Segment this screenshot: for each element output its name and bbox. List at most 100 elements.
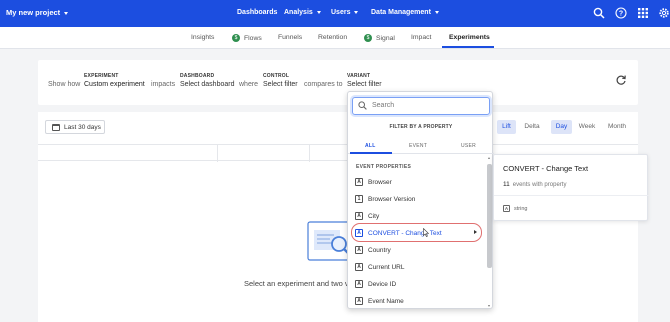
show-how-text: Show how [48, 81, 81, 88]
text-type-icon: A [355, 297, 363, 305]
list-item-label: Current URL [368, 264, 405, 271]
tab-all[interactable]: ALL [365, 143, 376, 149]
nav-analysis[interactable]: Analysis [284, 9, 321, 16]
nav-analysis-label: Analysis [284, 9, 313, 16]
scrollbar[interactable] [487, 156, 492, 308]
help-icon[interactable]: ? [615, 7, 627, 19]
nav-dashboards[interactable]: Dashboards [237, 9, 277, 16]
scroll-up-icon[interactable] [488, 157, 490, 159]
control-label: CONTROL [263, 73, 290, 79]
tab-event[interactable]: EVENT [409, 143, 427, 149]
list-item[interactable]: 1 Browser Version [355, 193, 485, 207]
property-type-label: string [514, 205, 528, 212]
text-type-icon: A [355, 263, 363, 271]
column-divider [309, 145, 310, 162]
top-navbar: My new project Dashboards Analysis Users… [0, 0, 670, 27]
list-item-label: Browser [368, 179, 392, 186]
scroll-down-icon[interactable] [488, 305, 490, 307]
search-icon[interactable] [593, 7, 605, 19]
chevron-down-icon [434, 10, 439, 14]
text-type-icon: A [355, 178, 363, 186]
list-item[interactable]: A Country [355, 244, 485, 258]
list-item-selected[interactable]: A CONVERT - Change Text [355, 227, 485, 241]
text-type-icon: A [355, 280, 363, 288]
property-detail-panel: CONVERT - Change Text 11 events with prop… [493, 154, 649, 221]
column-divider [217, 145, 218, 162]
event-count-value: 11 [503, 181, 510, 188]
event-count-label: events with property [512, 182, 567, 188]
property-event-count: 11 events with property [503, 181, 566, 188]
list-item[interactable]: A Event Name [355, 295, 485, 309]
nav-users[interactable]: Users [331, 9, 359, 16]
tab-impact[interactable]: Impact [411, 34, 431, 41]
scrollbar-thumb[interactable] [487, 164, 492, 268]
list-item[interactable]: A Browser [355, 176, 485, 190]
list-item-label: Event Name [368, 298, 404, 305]
tab-insights[interactable]: Insights [191, 34, 214, 41]
nav-data-management[interactable]: Data Management [371, 9, 439, 16]
project-selector[interactable]: My new project [6, 8, 69, 17]
divider [494, 195, 649, 196]
date-range-button[interactable]: Last 30 days [45, 120, 105, 134]
calendar-icon [52, 124, 60, 131]
search-input[interactable]: Search [352, 97, 490, 115]
experiment-selector[interactable]: Custom experiment [84, 81, 145, 88]
tab-signal[interactable]: $ Signal [364, 34, 395, 42]
toggle-delta[interactable]: Delta [520, 120, 544, 134]
query-builder: EXPERIMENT Show how Custom experiment im… [38, 60, 638, 105]
nav-data-management-label: Data Management [371, 9, 431, 16]
tab-user[interactable]: USER [461, 143, 476, 149]
chevron-down-icon [64, 11, 69, 15]
dashboard-label: DASHBOARD [180, 73, 215, 79]
active-tab-indicator [350, 152, 392, 154]
apps-grid-icon[interactable] [637, 7, 649, 19]
search-placeholder: Search [372, 102, 395, 109]
toggle-day[interactable]: Day [551, 120, 572, 134]
list-item-label: Device ID [368, 281, 397, 288]
search-icon [358, 101, 367, 110]
list-item[interactable]: A Current URL [355, 261, 485, 275]
list-item[interactable]: A City [355, 210, 485, 224]
property-type: Astring [503, 205, 527, 212]
variant-selector[interactable]: Select filter [347, 81, 382, 88]
tab-funnels[interactable]: Funnels [278, 34, 302, 41]
settings-icon[interactable] [658, 7, 670, 19]
control-selector[interactable]: Select filter [263, 81, 298, 88]
list-item-label: Country [368, 247, 391, 254]
paid-badge-icon: $ [364, 34, 372, 42]
text-type-icon: A [355, 229, 363, 237]
property-filter-dropdown: Search FILTER BY A PROPERTY ALL EVENT US… [347, 91, 494, 309]
text-type-icon: A [503, 205, 510, 212]
list-item-label: Browser Version [368, 196, 416, 203]
nav-users-label: Users [331, 9, 351, 16]
variant-label: VARIANT [347, 73, 371, 79]
empty-state-message: Select an experiment and two va [244, 279, 353, 288]
toggle-lift[interactable]: Lift [497, 120, 516, 134]
impacts-text: impacts [151, 81, 176, 88]
mouse-cursor-icon [423, 228, 429, 237]
where-text: where [239, 81, 259, 88]
section-label: EVENT PROPERTIES [356, 164, 412, 170]
list-item[interactable]: A Device ID [355, 278, 485, 292]
svg-text:?: ? [619, 10, 623, 17]
compares-to-text: compares to [304, 81, 343, 88]
toggle-month[interactable]: Month [604, 120, 630, 134]
tab-retention[interactable]: Retention [318, 34, 347, 41]
text-type-icon: A [355, 212, 363, 220]
property-title: CONVERT - Change Text [503, 164, 589, 173]
chevron-down-icon [316, 10, 321, 14]
tab-signal-label: Signal [376, 34, 395, 42]
toggle-week[interactable]: Week [576, 120, 598, 134]
text-type-icon: A [355, 246, 363, 254]
dashboard-selector[interactable]: Select dashboard [180, 81, 234, 88]
date-range-label: Last 30 days [64, 124, 101, 131]
project-name: My new project [6, 8, 61, 17]
filter-header: FILTER BY A PROPERTY [389, 124, 453, 130]
tab-flows[interactable]: $ Flows [232, 34, 262, 42]
tab-experiments[interactable]: Experiments [449, 34, 490, 41]
chevron-down-icon [354, 10, 359, 14]
number-type-icon: 1 [355, 195, 363, 203]
active-tab-indicator [442, 46, 494, 48]
list-item-label: City [368, 213, 380, 220]
refresh-icon[interactable] [615, 74, 627, 86]
